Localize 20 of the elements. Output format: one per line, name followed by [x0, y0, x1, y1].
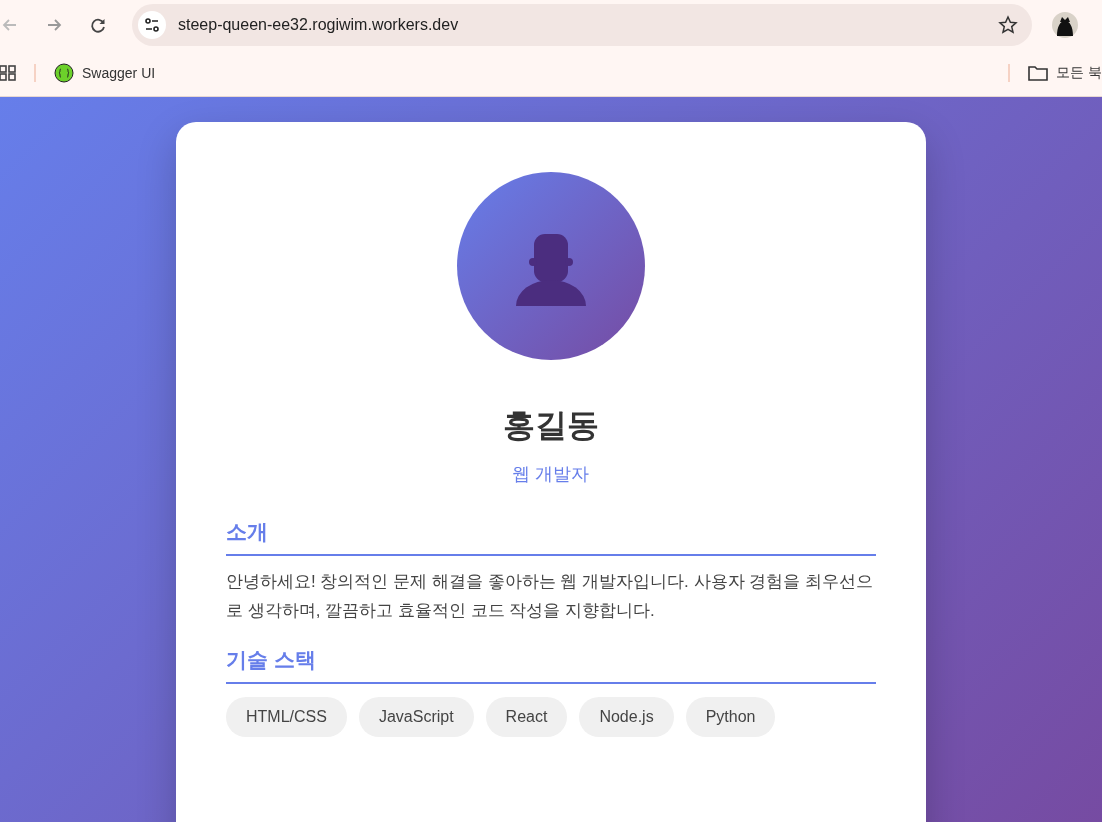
address-bar[interactable]: steep-queen-ee32.rogiwim.workers.dev [132, 4, 1032, 46]
skill-tag: Python [685, 696, 776, 737]
profile-name: 홍길동 [503, 406, 599, 445]
braces-icon [54, 63, 74, 83]
intro-text: 안녕하세요! 창의적인 문제 해결을 좋아하는 웹 개발자입니다. 사용자 경험을 최우선으로 생각하며, 깔끔하고 효율적인 코드 작성을 지향합니다. [226, 571, 874, 622]
apps-icon[interactable] [0, 65, 16, 81]
url-text: steep-queen-ee32.rogiwim.workers.dev [178, 16, 460, 34]
bookmark[interactable]: Swagger UI [54, 63, 156, 83]
skill-tag: JavaScript [358, 696, 474, 737]
all-bookmarks[interactable]: 모든 북 [1028, 64, 1102, 82]
skill-tag: HTML/CSS [226, 696, 347, 737]
section-heading: 기술 스택 [226, 645, 876, 684]
section-heading: 소개 [226, 518, 876, 556]
profile-avatar[interactable] [1052, 12, 1078, 38]
skill-tag: Node.js [579, 696, 674, 737]
star-icon[interactable] [998, 15, 1018, 35]
skill-tag: React [485, 696, 568, 737]
profile-role: 웹 개발자 [512, 463, 590, 486]
folder-icon [1028, 65, 1049, 81]
site-settings-icon[interactable] [138, 11, 166, 39]
